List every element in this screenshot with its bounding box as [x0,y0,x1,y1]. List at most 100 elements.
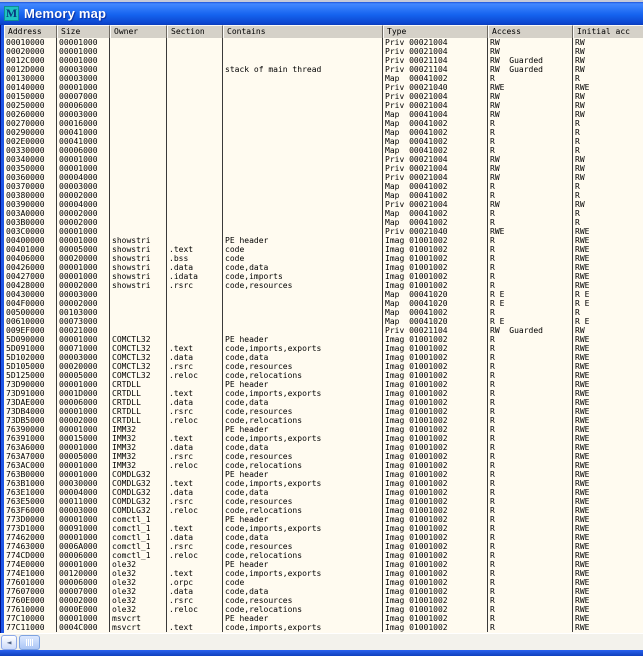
titlebar[interactable]: M Memory map [0,2,643,25]
cell-address: 00260000 [4,110,57,119]
table-row[interactable]: 0042800000002000showstri.rsrccode,resour… [4,281,643,290]
cell-initial_access: RW [573,65,643,74]
table-row[interactable]: 0036000000004000Priv 00021004RWRW [4,173,643,182]
table-row[interactable]: 0001000000001000Priv 00021004RWRW [4,38,643,47]
table-row[interactable]: 0050000000103000Map 00041002RR [4,308,643,317]
table-row[interactable]: 003B000000002000Map 00041002RR [4,218,643,227]
column-header-initial_access[interactable]: Initial acc [573,25,643,38]
table-row[interactable]: 73D9000000001000CRTDLLPE headerImag 0100… [4,380,643,389]
column-header-owner[interactable]: Owner [110,25,167,38]
column-header-size[interactable]: Size [57,25,110,38]
table-row[interactable]: 0014000000001000Priv 00021040RWERWE [4,83,643,92]
cell-section: .data [167,443,223,452]
table-row[interactable]: 0034000000001000Priv 00021004RWRW [4,155,643,164]
table-row[interactable]: 0042600000001000showstri.datacode,dataIm… [4,263,643,272]
table-row[interactable]: 0012C00000001000Priv 00021104RW GuardedR… [4,56,643,65]
table-row[interactable]: 763B000000001000COMDLG32PE headerImag 01… [4,470,643,479]
table-row[interactable]: 0026000000003000Map 00041004RWRW [4,110,643,119]
column-header-address[interactable]: Address [4,25,57,38]
table-row[interactable]: 77C110000004C000msvcrt.textcode,imports,… [4,623,643,632]
cell-section: .rsrc [167,452,223,461]
table-row[interactable]: 0037000000003000Map 00041002RR [4,182,643,191]
table-row[interactable]: 763A700000005000IMM32.rsrccode,resources… [4,452,643,461]
cell-section [167,380,223,389]
table-row[interactable]: 0042700000001000showstri.idatacode,impor… [4,272,643,281]
table-row[interactable]: 003C000000001000Priv 00021040RWERWE [4,227,643,236]
table-row[interactable]: 0039000000004000Priv 00021004RWRW [4,200,643,209]
table-row[interactable]: 763F600000003000COMDLG32.reloccode,reloc… [4,506,643,515]
column-header-section[interactable]: Section [167,25,223,38]
table-row[interactable]: 0015000000007000Priv 00021004RWRW [4,92,643,101]
table-row[interactable]: 77C1000000001000msvcrtPE headerImag 0100… [4,614,643,623]
cell-contains: code [223,254,383,263]
cell-type: Priv 00021040 [383,227,488,236]
table-row[interactable]: 7760E00000002000ole32.rsrccode,resources… [4,596,643,605]
cell-type: Map 00041002 [383,119,488,128]
table-row[interactable]: 0013000000003000Map 00041002RR [4,74,643,83]
scrollbar-thumb[interactable] [19,635,40,650]
table-row[interactable]: 73D910000001D000CRTDLL.textcode,imports,… [4,389,643,398]
table-row[interactable]: 5D09000000001000COMCTL32PE headerImag 01… [4,335,643,344]
table-row[interactable]: 0025000000006000Priv 00021004RWRW [4,101,643,110]
window-m-icon[interactable]: M [4,6,19,21]
table-row[interactable]: 774CD00000006000comctl_1.reloccode,reloc… [4,551,643,560]
table-row[interactable]: 003A000000002000Map 00041002RR [4,209,643,218]
table-row[interactable]: 004F000000002000Map 00041020R ER E [4,299,643,308]
table-row[interactable]: 5D12500000005000COMCTL32.reloccode,reloc… [4,371,643,380]
scroll-left-arrow-icon[interactable]: ◄ [1,635,17,650]
table-row[interactable]: 763AC00000001000IMM32.reloccode,relocati… [4,461,643,470]
table-row[interactable]: 73DB500000002000CRTDLL.reloccode,relocat… [4,416,643,425]
table-row[interactable]: 002E000000041000Map 00041002RR [4,137,643,146]
table-row[interactable]: 0029000000041000Map 00041002RR [4,128,643,137]
column-header-type[interactable]: Type [383,25,488,38]
table-row[interactable]: 7746200000001000comctl_1.datacode,dataIm… [4,533,643,542]
table-row[interactable]: 774E000000001000ole32PE headerImag 01001… [4,560,643,569]
table-row[interactable]: 73DB400000001000CRTDLL.rsrccode,resource… [4,407,643,416]
cell-address: 763F6000 [4,506,57,515]
table-row[interactable]: 0040100000005000showstri.textcodeImag 01… [4,245,643,254]
table-row[interactable]: 009EF00000021000Priv 00021104RW GuardedR… [4,326,643,335]
column-header-contains[interactable]: Contains [223,25,383,38]
table-row[interactable]: 763E100000004000COMDLG32.datacode,dataIm… [4,488,643,497]
horizontal-scrollbar[interactable]: ◄ [0,633,643,650]
table-row[interactable]: 763B100000030000COMDLG32.textcode,import… [4,479,643,488]
table-row[interactable]: 0027000000016000Map 00041002RR [4,119,643,128]
cell-type: Imag 01001002 [383,488,488,497]
table-row[interactable]: 7639100000015000IMM32.textcode,imports,e… [4,434,643,443]
table-row[interactable]: 0040600000020000showstri.bsscodeImag 010… [4,254,643,263]
table-row[interactable]: 0012D00000003000stack of main threadPriv… [4,65,643,74]
cell-size: 00004000 [57,488,110,497]
table-row[interactable]: 5D10200000003000COMCTL32.datacode,dataIm… [4,353,643,362]
cell-size: 00005000 [57,371,110,380]
table-row[interactable]: 0002000000001000Priv 00021004RWRW [4,47,643,56]
table-row[interactable]: 7760100000006000ole32.orpccodeImag 01001… [4,578,643,587]
table-row[interactable]: 776100000000E000ole32.reloccode,relocati… [4,605,643,614]
table-row[interactable]: 0035000000001000Priv 00021004RWRW [4,164,643,173]
table-row[interactable]: 0038000000002000Map 00041002RR [4,191,643,200]
cell-size: 00091000 [57,524,110,533]
cell-owner [110,38,167,47]
table-row[interactable]: 763A600000001000IMM32.datacode,dataImag … [4,443,643,452]
table-row[interactable]: 0040000000001000showstriPE headerImag 01… [4,236,643,245]
cell-size: 00021000 [57,326,110,335]
cell-owner: showstri [110,281,167,290]
cell-contains [223,146,383,155]
table-row[interactable]: 774E100000120000ole32.textcode,imports,e… [4,569,643,578]
table-row[interactable]: 7760700000007000ole32.datacode,dataImag … [4,587,643,596]
table-row[interactable]: 0033000000006000Map 00041002RR [4,146,643,155]
table-row[interactable]: 763E500000011000COMDLG32.rsrccode,resour… [4,497,643,506]
table-row[interactable]: 0061000000073000Map 00041020R ER E [4,317,643,326]
cell-size: 00071000 [57,344,110,353]
cell-initial_access: RWE [573,614,643,623]
window-bottom-border [0,650,643,656]
table-row[interactable]: 773D000000001000comctl_1PE headerImag 01… [4,515,643,524]
table-row[interactable]: 7639000000001000IMM32PE headerImag 01001… [4,425,643,434]
table-row[interactable]: 0043000000003000Map 00041020R ER E [4,290,643,299]
table-row[interactable]: 73DAE00000006000CRTDLL.datacode,dataImag… [4,398,643,407]
table-row[interactable]: 773D100000091000comctl_1.textcode,import… [4,524,643,533]
table-row[interactable]: 5D09100000071000COMCTL32.textcode,import… [4,344,643,353]
cell-size: 00002000 [57,416,110,425]
column-header-access[interactable]: Access [488,25,573,38]
table-row[interactable]: 774630000006A000comctl_1.rsrccode,resour… [4,542,643,551]
table-row[interactable]: 5D10500000020000COMCTL32.rsrccode,resour… [4,362,643,371]
